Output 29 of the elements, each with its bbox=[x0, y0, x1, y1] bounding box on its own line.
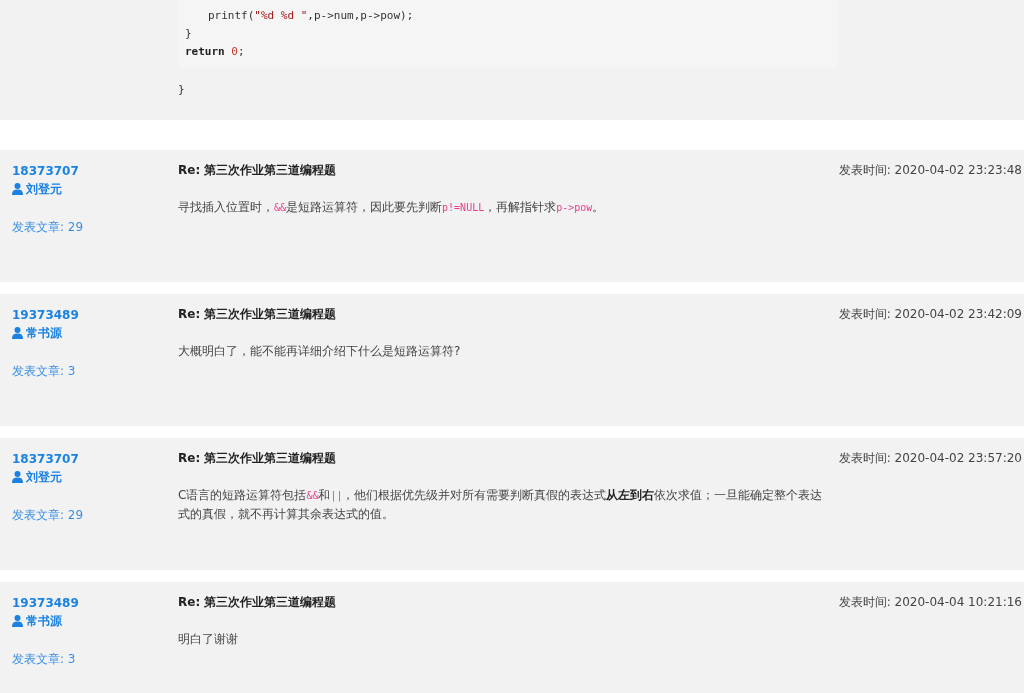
post-body: 寻找插入位置时，&&是短路运算符，因此要先判断p!=NULL，再解指针求p->pow。 bbox=[178, 199, 606, 216]
username-link[interactable]: 常书源 bbox=[12, 612, 62, 630]
post-title: Re: 第三次作业第三道编程题 bbox=[178, 450, 337, 466]
post-time: 发表时间: 2020-04-02 23:57:20 bbox=[838, 450, 1022, 466]
post-body: 明白了谢谢 bbox=[178, 631, 239, 648]
user-id-link[interactable]: 18373707 bbox=[12, 450, 79, 468]
post-title: Re: 第三次作业第三道编程题 bbox=[178, 594, 337, 610]
post-time: 发表时间: 2020-04-02 23:23:48 bbox=[838, 162, 1022, 178]
post-title: Re: 第三次作业第三道编程题 bbox=[178, 306, 337, 322]
post-title: Re: 第三次作业第三道编程题 bbox=[178, 162, 337, 178]
user-id-link[interactable]: 19373489 bbox=[12, 306, 79, 324]
post-time: 发表时间: 2020-04-04 10:21:16 bbox=[838, 594, 1022, 610]
post-count: 发表文章: 29 bbox=[12, 219, 84, 236]
user-id-link[interactable]: 19373489 bbox=[12, 594, 79, 612]
username-link[interactable]: 常书源 bbox=[12, 324, 62, 342]
user-icon bbox=[12, 615, 23, 627]
user-icon bbox=[12, 183, 23, 195]
user-id-link[interactable]: 18373707 bbox=[12, 162, 79, 180]
username-link[interactable]: 刘登元 bbox=[12, 180, 62, 198]
post-body: 大概明白了，能不能再详细介绍下什么是短路运算符? bbox=[178, 343, 462, 360]
closing-brace: } bbox=[178, 82, 186, 98]
post-count: 发表文章: 3 bbox=[12, 363, 76, 380]
post-time: 发表时间: 2020-04-02 23:42:09 bbox=[838, 306, 1022, 322]
username-link[interactable]: 刘登元 bbox=[12, 468, 62, 486]
user-icon bbox=[12, 471, 23, 483]
post-count: 发表文章: 29 bbox=[12, 507, 84, 524]
user-icon bbox=[12, 327, 23, 339]
post-count: 发表文章: 3 bbox=[12, 651, 76, 668]
post-body: C语言的短路运算符包括&&和||，他们根据优先级并对所有需要判断真假的表达式从左到右依次求值；一旦能确定整个表达式的真假，就不再计算其余表达式的值。 bbox=[178, 487, 824, 523]
